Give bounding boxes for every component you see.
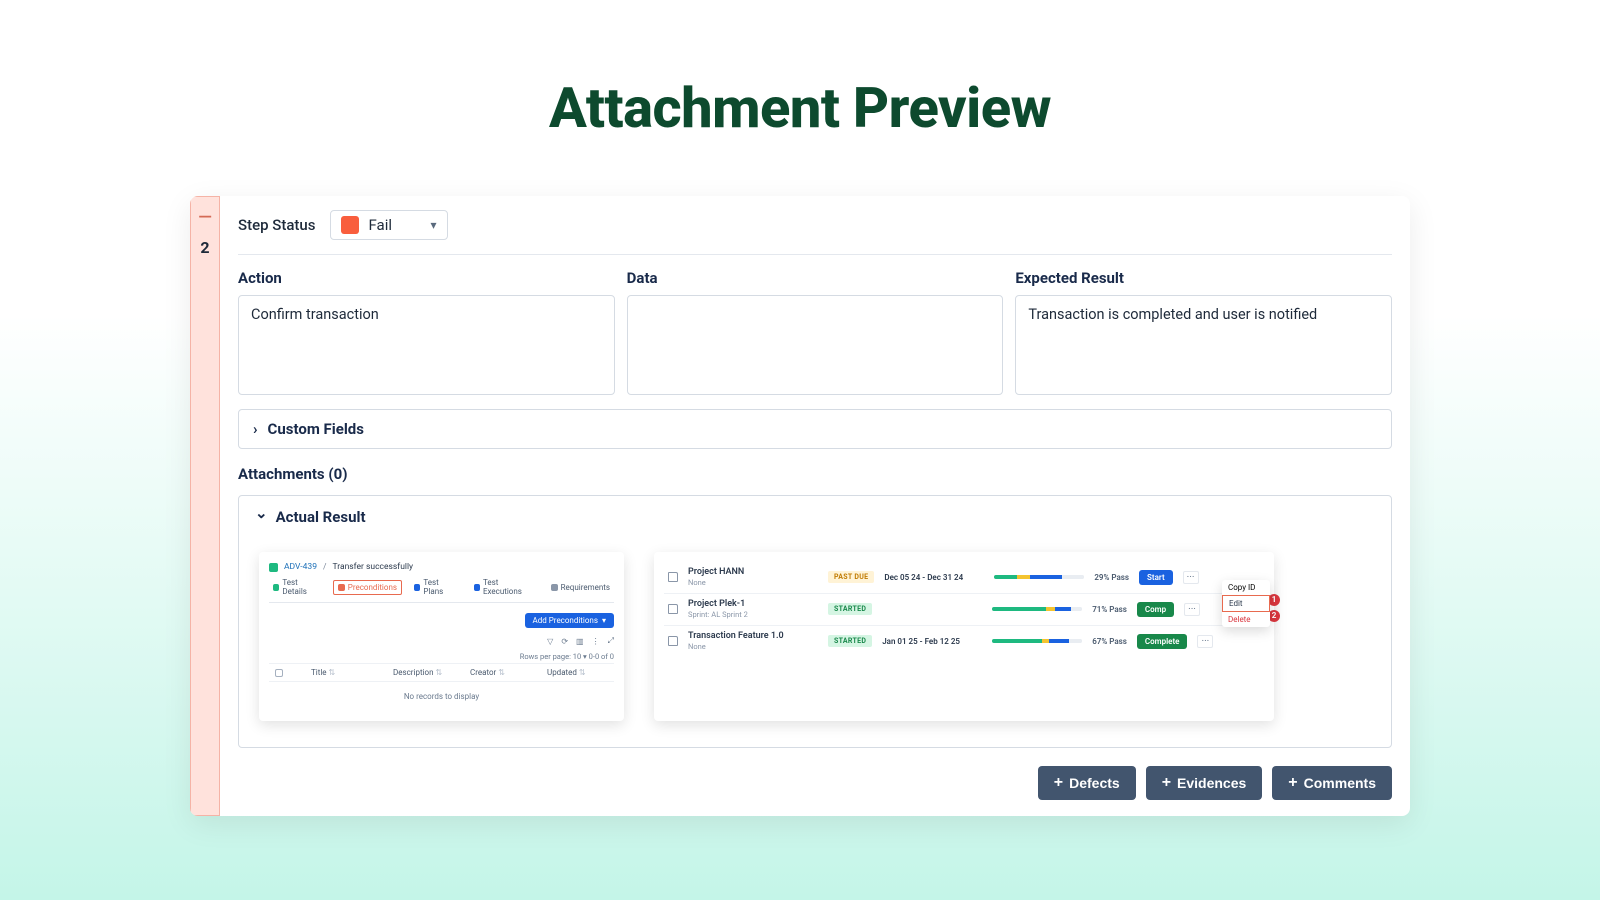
col-description[interactable]: Description ⇅ (393, 668, 448, 677)
kebab-icon[interactable]: ⋮ (592, 637, 600, 646)
action-input[interactable]: Confirm transaction (238, 295, 615, 395)
step-number: 2 (200, 238, 209, 257)
crumb-id: ADV-439 (284, 562, 317, 572)
tab-dot-icon (474, 584, 480, 591)
more-icon[interactable]: ··· (1184, 603, 1200, 616)
pass-pct: 67% Pass (1092, 637, 1127, 646)
attachment-thumb-projects[interactable]: Project HANNNone PAST DUE Dec 05 24 - Dec … (654, 552, 1274, 721)
tab-preconditions[interactable]: Preconditions (333, 580, 402, 595)
status-badge: STARTED (828, 635, 872, 647)
tab-requirements[interactable]: Requirements (547, 581, 614, 594)
flag-icon (668, 636, 678, 646)
checkbox[interactable] (275, 669, 283, 677)
date-range: Jan 01 25 - Feb 12 25 (882, 637, 982, 646)
flag-icon (668, 572, 678, 582)
tab-dot-icon (414, 584, 420, 591)
add-defects-button[interactable]: +Defects (1038, 766, 1136, 800)
plus-icon: + (1054, 775, 1063, 791)
col-creator[interactable]: Creator ⇅ (470, 668, 525, 677)
menu-delete[interactable]: Delete (1222, 612, 1270, 627)
comp-button[interactable]: Comp (1137, 602, 1174, 617)
step-gutter: — 2 (190, 196, 220, 816)
check-icon (269, 563, 278, 572)
plus-icon: + (1162, 775, 1171, 791)
add-comments-button[interactable]: +Comments (1272, 766, 1392, 800)
step-panel: — 2 Step Status Fail ▾ Action Confirm tr… (190, 196, 1410, 816)
custom-fields-label: Custom Fields (268, 420, 364, 438)
status-badge: STARTED (828, 603, 872, 615)
expand-icon[interactable]: ⤢ (608, 636, 614, 646)
crumb-sep: / (323, 562, 327, 572)
start-button[interactable]: Start (1139, 570, 1173, 585)
date-range: Dec 05 24 - Dec 31 24 (884, 573, 984, 582)
rows-per-page: Rows per page: 10 ▾ 0-0 of 0 (269, 650, 614, 663)
more-icon[interactable]: ··· (1183, 571, 1199, 584)
status-value: Fail (369, 216, 393, 234)
menu-edit[interactable]: Edit (1222, 595, 1270, 612)
expected-label: Expected Result (1015, 269, 1392, 287)
chevron-right-icon (253, 420, 258, 438)
tab-dot-icon (338, 584, 345, 591)
attachment-thumb-preconditions[interactable]: ADV-439 / Transfer successfully Test Det… (259, 552, 624, 721)
add-preconditions-button[interactable]: Add Preconditions▾ (525, 613, 614, 628)
add-evidences-button[interactable]: +Evidences (1146, 766, 1263, 800)
col-updated[interactable]: Updated ⇅ (547, 668, 602, 677)
refresh-icon[interactable]: ⟳ (561, 637, 568, 646)
data-label: Data (627, 269, 1004, 287)
columns-icon[interactable]: ▥ (576, 637, 584, 646)
pass-pct: 71% Pass (1092, 605, 1127, 614)
collapse-icon[interactable]: — (198, 207, 212, 228)
project-row[interactable]: Transaction Feature 1.0None STARTED Jan 01… (664, 626, 1264, 657)
tab-test-plans[interactable]: Test Plans (410, 576, 462, 598)
progress-bar (992, 607, 1082, 611)
custom-fields-toggle[interactable]: Custom Fields (238, 409, 1392, 449)
page-title: Attachment Preview (0, 0, 1600, 196)
step-status-label: Step Status (238, 216, 316, 234)
chevron-down-icon (255, 508, 268, 526)
progress-bar (992, 639, 1082, 643)
flag-icon (668, 604, 678, 614)
empty-state: No records to display (269, 682, 614, 711)
more-icon[interactable]: ··· (1197, 635, 1213, 648)
progress-bar (994, 575, 1084, 579)
tab-test-details[interactable]: Test Details (269, 576, 325, 598)
menu-copy-id[interactable]: Copy ID (1222, 580, 1270, 595)
step-status-select[interactable]: Fail ▾ (330, 210, 448, 240)
tab-test-executions[interactable]: Test Executions (470, 576, 539, 598)
tab-dot-icon (551, 584, 558, 591)
data-input[interactable] (627, 295, 1004, 395)
chevron-down-icon: ▾ (430, 218, 436, 232)
filter-icon[interactable]: ▽ (547, 637, 553, 646)
context-menu[interactable]: Copy IDEditDelete (1222, 580, 1270, 627)
plus-icon: + (1288, 775, 1297, 791)
attachments-label: Attachments (0) (238, 465, 1392, 483)
status-badge: PAST DUE (828, 571, 874, 583)
project-name: Project Plek-1Sprint: AL Sprint 2 (688, 600, 818, 619)
complete-button[interactable]: Complete (1137, 634, 1188, 649)
project-name: Transaction Feature 1.0None (688, 632, 818, 651)
col-title[interactable]: Title ⇅ (311, 668, 371, 677)
actual-result-label: Actual Result (276, 508, 366, 526)
action-label: Action (238, 269, 615, 287)
tab-dot-icon (273, 584, 279, 591)
project-row[interactable]: Project HANNNone PAST DUE Dec 05 24 - Dec … (664, 562, 1264, 594)
actual-result-toggle[interactable]: Actual Result (255, 508, 1375, 526)
status-swatch (341, 216, 359, 234)
crumb-title: Transfer successfully (333, 562, 414, 572)
project-row[interactable]: Project Plek-1Sprint: AL Sprint 2 STARTED… (664, 594, 1264, 626)
project-name: Project HANNNone (688, 568, 818, 587)
expected-input[interactable]: Transaction is completed and user is not… (1015, 295, 1392, 395)
pass-pct: 29% Pass (1094, 573, 1129, 582)
